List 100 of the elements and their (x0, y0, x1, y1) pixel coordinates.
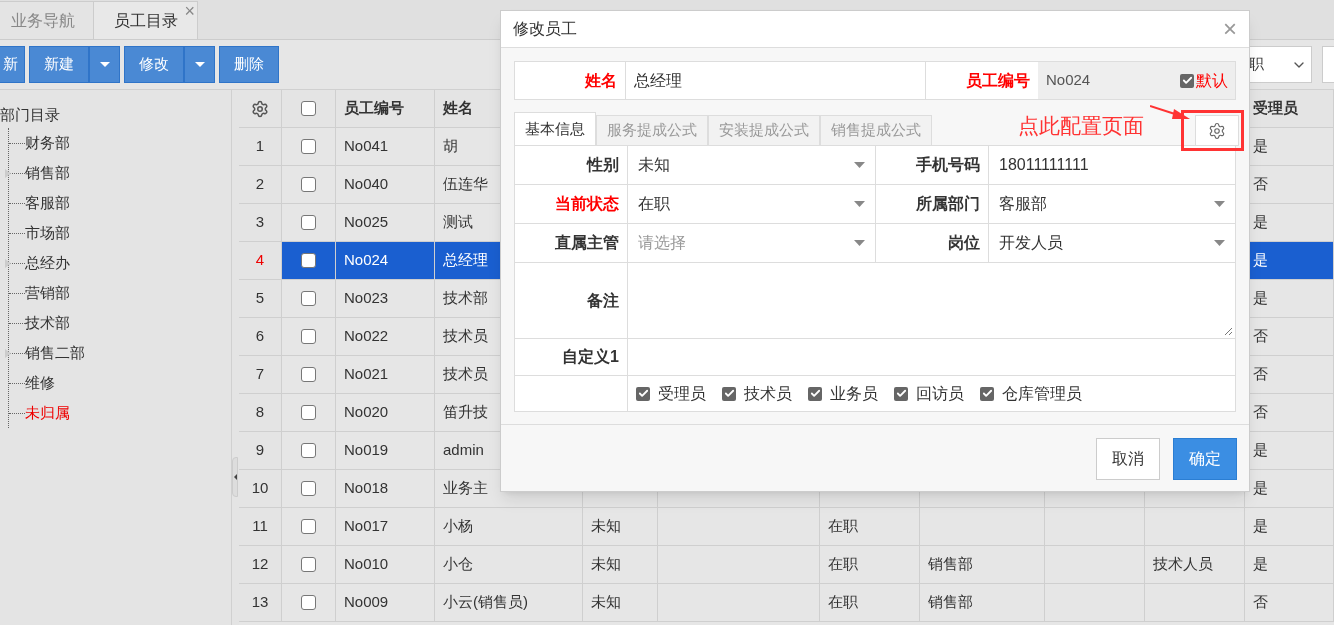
checkbox[interactable] (301, 139, 316, 154)
toolbar-button[interactable]: 修改 (124, 46, 184, 83)
tree-item[interactable]: 销售二部 (25, 341, 85, 365)
table-cell: 是 (1245, 508, 1334, 546)
checkbox[interactable] (980, 386, 994, 401)
table-cell: No041 (336, 128, 435, 166)
toolbar-button[interactable]: 删除 (219, 46, 279, 83)
table-cell: No025 (336, 204, 435, 242)
tree-item[interactable]: 销售部 (25, 161, 70, 185)
tree-item[interactable]: 未归属 (25, 401, 70, 425)
toolbar-button[interactable]: 新建 (29, 46, 89, 83)
caret-icon (1214, 240, 1225, 246)
row-number: 10 (251, 478, 269, 499)
cancel-button[interactable]: 取消 (1096, 438, 1160, 480)
tree-item[interactable]: 客服部 (25, 191, 70, 215)
checkbox[interactable] (636, 386, 650, 401)
table-cell: No021 (336, 356, 435, 394)
checkbox[interactable] (301, 595, 316, 610)
checkbox[interactable] (894, 386, 908, 401)
tab[interactable]: 基本信息 (514, 112, 596, 145)
checkbox[interactable] (301, 329, 316, 344)
row-number: 3 (255, 212, 265, 233)
checkbox[interactable] (301, 519, 316, 534)
table-cell: No024 (336, 242, 435, 280)
table-cell: No018 (336, 470, 435, 508)
table-cell: 销售部 (920, 584, 1045, 622)
table-cell: No023 (336, 280, 435, 318)
field-label: 手机号码 (916, 155, 980, 175)
row-number: 4 (255, 250, 265, 271)
field-label: 岗位 (948, 233, 980, 253)
table-cell: 未知 (583, 508, 658, 546)
caret-icon (854, 240, 865, 246)
settings-icon[interactable] (251, 99, 269, 118)
resize-grip-icon (1224, 327, 1233, 336)
table-cell: No009 (336, 584, 435, 622)
checkbox-label: 回访员 (916, 383, 964, 404)
checkbox[interactable] (301, 291, 316, 306)
tree-item[interactable]: 总经办 (25, 251, 70, 275)
checkbox[interactable] (301, 177, 316, 192)
tree-item[interactable]: 市场部 (25, 221, 70, 245)
checkbox[interactable] (301, 443, 316, 458)
toolbar-button[interactable]: 新 (0, 46, 25, 83)
expand-icon[interactable] (5, 168, 11, 178)
table-cell: No020 (336, 394, 435, 432)
row-number: 12 (251, 554, 269, 575)
tree-item[interactable]: 技术部 (25, 311, 70, 335)
table-cell: 小仓 (435, 546, 583, 584)
tree-item[interactable]: 维修 (25, 371, 55, 395)
dropdown-button[interactable] (89, 46, 120, 83)
checkbox[interactable] (301, 367, 316, 382)
checkbox[interactable] (808, 386, 822, 401)
tree-item[interactable]: 财务部 (25, 131, 70, 155)
settings-button[interactable] (1195, 115, 1239, 146)
table-cell: 未知 (583, 584, 658, 622)
checkbox[interactable] (301, 215, 316, 230)
expand-icon[interactable] (5, 258, 11, 268)
row-number: 8 (255, 402, 265, 423)
collapse-handle[interactable] (232, 457, 238, 497)
dropdown-button[interactable] (184, 46, 215, 83)
table-cell: 技术人员 (1145, 546, 1245, 584)
row-number: 7 (255, 364, 265, 385)
checkbox[interactable] (301, 481, 316, 496)
table-cell: 销售部 (920, 546, 1045, 584)
checkbox-label: 技术员 (744, 383, 792, 404)
checkbox[interactable] (301, 557, 316, 572)
checkbox[interactable] (301, 253, 316, 268)
checkbox-label: 受理员 (658, 383, 706, 404)
table-cell: 小杨 (435, 508, 583, 546)
annotation-text: 点此配置页面 (1018, 113, 1144, 139)
field-label: 所属部门 (916, 194, 980, 214)
checkbox-label: 仓库管理员 (1002, 383, 1082, 404)
row-number: 11 (252, 516, 268, 537)
table-cell: 在职 (820, 546, 920, 584)
table-cell: No040 (336, 166, 435, 204)
tab[interactable]: 员工目录 × (93, 1, 198, 39)
settings-icon (1208, 121, 1226, 140)
expand-icon[interactable] (5, 348, 11, 358)
table-cell: 是 (1245, 546, 1334, 584)
row-number: 2 (255, 174, 265, 195)
tree-root[interactable]: 部门目录 (0, 106, 60, 123)
row-number: 6 (255, 326, 265, 347)
checkbox[interactable] (301, 405, 316, 420)
table-cell: 在职 (820, 584, 920, 622)
checkbox[interactable] (301, 101, 316, 116)
caret-icon (99, 62, 110, 67)
table-cell: No019 (336, 432, 435, 470)
table-cell: No010 (336, 546, 435, 584)
table-cell: 否 (1245, 584, 1334, 622)
field-label: 性别 (587, 155, 619, 175)
row-number: 1 (255, 136, 265, 157)
dialog-title: 修改员工 (513, 19, 577, 39)
table-cell: 在职 (820, 508, 920, 546)
checkbox[interactable] (722, 386, 736, 401)
caret-icon (194, 62, 205, 67)
caret-icon (854, 201, 865, 207)
caret-icon (1214, 201, 1225, 207)
tree-item[interactable]: 营销部 (25, 281, 70, 305)
table-cell: 小云(销售员) (435, 584, 583, 622)
table-cell: No022 (336, 318, 435, 356)
row-number: 5 (255, 288, 265, 309)
